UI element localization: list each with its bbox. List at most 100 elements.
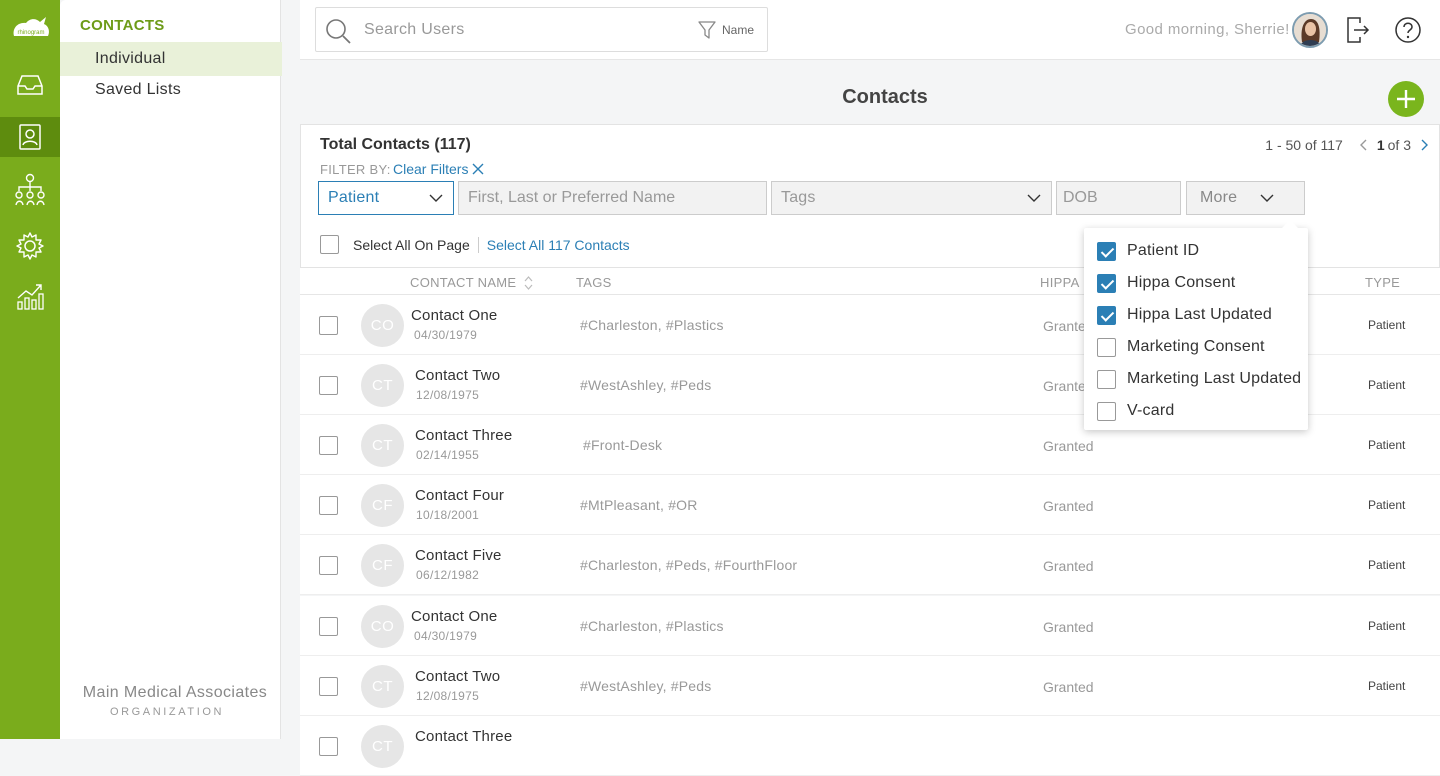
avatar-initials: CO	[370, 317, 395, 334]
contact-tags: #Front-Desk	[583, 437, 663, 453]
avatar-initials: CT	[372, 738, 393, 755]
menu-option[interactable]: Patient ID	[1097, 241, 1199, 261]
option-checkbox[interactable]	[1097, 273, 1116, 293]
table-row[interactable]: CT Contact Two 12/08/1975 #WestAshley, #Ped…	[300, 656, 1440, 716]
subnav-item-saved-lists[interactable]: Saved Lists	[60, 73, 282, 107]
contact-name[interactable]: Contact Three	[415, 427, 512, 444]
rhinogram-logo[interactable]: rhinogram	[8, 14, 54, 46]
inbox-icon[interactable]	[0, 65, 60, 105]
column-header-tags[interactable]: TAGS	[576, 275, 612, 290]
chevron-right-icon[interactable]	[1421, 139, 1429, 151]
organization-label: ORGANIZATION	[109, 706, 225, 718]
select-all-contacts-link[interactable]: Select All 117 Contacts	[487, 237, 630, 253]
table-row[interactable]: CF Contact Four 10/18/2001 #MtPleasant, #OR…	[300, 475, 1440, 535]
contact-type: Patient	[1368, 318, 1406, 332]
table-row[interactable]: CF Contact Five 06/12/1982 #Charleston, #Pe…	[300, 535, 1440, 595]
contact-tags: #WestAshley, #Peds	[580, 377, 712, 393]
row-checkbox[interactable]	[319, 376, 338, 395]
contacts-icon[interactable]	[0, 117, 60, 157]
analytics-icon[interactable]	[0, 276, 60, 316]
table-row[interactable]: CT Contact Three	[300, 716, 1440, 776]
subnav-item-individual[interactable]: Individual	[60, 42, 282, 76]
logout-icon[interactable]	[1346, 16, 1370, 44]
settings-icon[interactable]	[0, 226, 60, 266]
clear-filters-button[interactable]: Clear Filters	[393, 161, 484, 177]
contact-name[interactable]: Contact One	[411, 307, 497, 324]
menu-option[interactable]: Hippa Last Updated	[1097, 305, 1272, 325]
column-header-name[interactable]: CONTACT NAME	[410, 275, 533, 290]
help-icon[interactable]	[1394, 16, 1422, 44]
row-checkbox[interactable]	[319, 436, 338, 455]
row-checkbox[interactable]	[319, 617, 338, 636]
option-checkbox[interactable]	[1097, 305, 1116, 325]
contact-type: Patient	[1368, 378, 1406, 392]
option-label: Marketing Last Updated	[1127, 370, 1302, 387]
menu-option[interactable]: Marketing Consent	[1097, 337, 1265, 357]
subnav-section-title: CONTACTS	[80, 17, 165, 34]
avatar-initials: CT	[372, 437, 393, 454]
menu-option[interactable]: V-card	[1097, 401, 1174, 421]
search-icon	[326, 19, 351, 44]
search-input[interactable]	[364, 18, 684, 42]
contact-dob: 12/08/1975	[416, 689, 480, 703]
option-label: Hippa Consent	[1127, 274, 1236, 291]
option-checkbox[interactable]	[1097, 401, 1116, 421]
dob-filter-input[interactable]	[1063, 189, 1175, 207]
contact-tags: #Charleston, #Plastics	[580, 317, 724, 333]
menu-option[interactable]: Marketing Last Updated	[1097, 369, 1301, 389]
contact-tags: #Charleston, #Plastics	[580, 618, 724, 634]
contact-avatar: CO	[361, 605, 404, 648]
row-checkbox[interactable]	[319, 556, 338, 575]
organization-name[interactable]: Main Medical Associates	[60, 684, 290, 702]
option-checkbox[interactable]	[1097, 369, 1116, 389]
option-checkbox[interactable]	[1097, 337, 1116, 357]
contact-tags: #WestAshley, #Peds	[580, 678, 712, 694]
contact-dob: 10/18/2001	[416, 508, 480, 522]
contact-name[interactable]: Contact Four	[415, 487, 504, 504]
row-checkbox[interactable]	[319, 677, 338, 696]
hippa-status: Granted	[1043, 438, 1094, 454]
select-all-checkbox[interactable]	[320, 235, 339, 254]
contact-name[interactable]: Contact One	[411, 608, 497, 625]
pagination-current: 1	[1376, 137, 1385, 153]
contact-type-select[interactable]: Patient	[318, 181, 454, 215]
column-header-name-label: CONTACT NAME	[410, 275, 517, 290]
org-chart-icon[interactable]	[0, 170, 60, 210]
hippa-status: Granted	[1043, 498, 1094, 514]
menu-caret	[1282, 220, 1298, 228]
contact-name[interactable]: Contact Five	[415, 547, 502, 564]
option-checkbox[interactable]	[1097, 241, 1116, 261]
user-search: Name	[315, 7, 768, 52]
column-header-hippa[interactable]: HIPPA	[1040, 275, 1080, 290]
contact-avatar: CF	[361, 484, 404, 527]
user-avatar[interactable]	[1292, 12, 1328, 48]
table-row[interactable]: CO Contact One 04/30/1979 #Charleston, #Pla…	[300, 596, 1440, 656]
more-columns-select[interactable]: More	[1186, 181, 1305, 215]
row-checkbox[interactable]	[319, 316, 338, 335]
pagination: 1 - 50 of 117 1 of 3	[1265, 137, 1429, 153]
row-checkbox[interactable]	[319, 737, 338, 756]
menu-option[interactable]: Hippa Consent	[1097, 273, 1235, 293]
search-filter-label[interactable]: Name	[722, 23, 754, 37]
name-filter-input[interactable]	[468, 189, 752, 207]
avatar-initials: CT	[372, 377, 393, 394]
chevron-left-icon[interactable]	[1359, 139, 1367, 151]
tags-select[interactable]: Tags	[771, 181, 1052, 215]
close-icon	[472, 163, 484, 175]
logo-text: rhinogram	[17, 30, 44, 36]
contact-avatar: CT	[361, 364, 404, 407]
row-checkbox[interactable]	[319, 496, 338, 515]
contact-dob: 04/30/1979	[414, 629, 478, 643]
contact-name[interactable]: Contact Two	[415, 668, 500, 685]
hippa-status: Granted	[1043, 619, 1094, 635]
contact-name[interactable]: Contact Three	[415, 728, 512, 745]
contact-tags: #MtPleasant, #OR	[580, 497, 698, 513]
contact-type-value: Patient	[328, 189, 380, 206]
contact-dob: 06/12/1982	[416, 568, 480, 582]
contact-type: Patient	[1368, 438, 1406, 452]
sort-icon[interactable]	[524, 276, 533, 290]
filter-icon[interactable]	[697, 20, 717, 40]
contact-name[interactable]: Contact Two	[415, 367, 500, 384]
column-header-type[interactable]: TYPE	[1365, 275, 1400, 290]
add-contact-button[interactable]	[1388, 81, 1424, 117]
